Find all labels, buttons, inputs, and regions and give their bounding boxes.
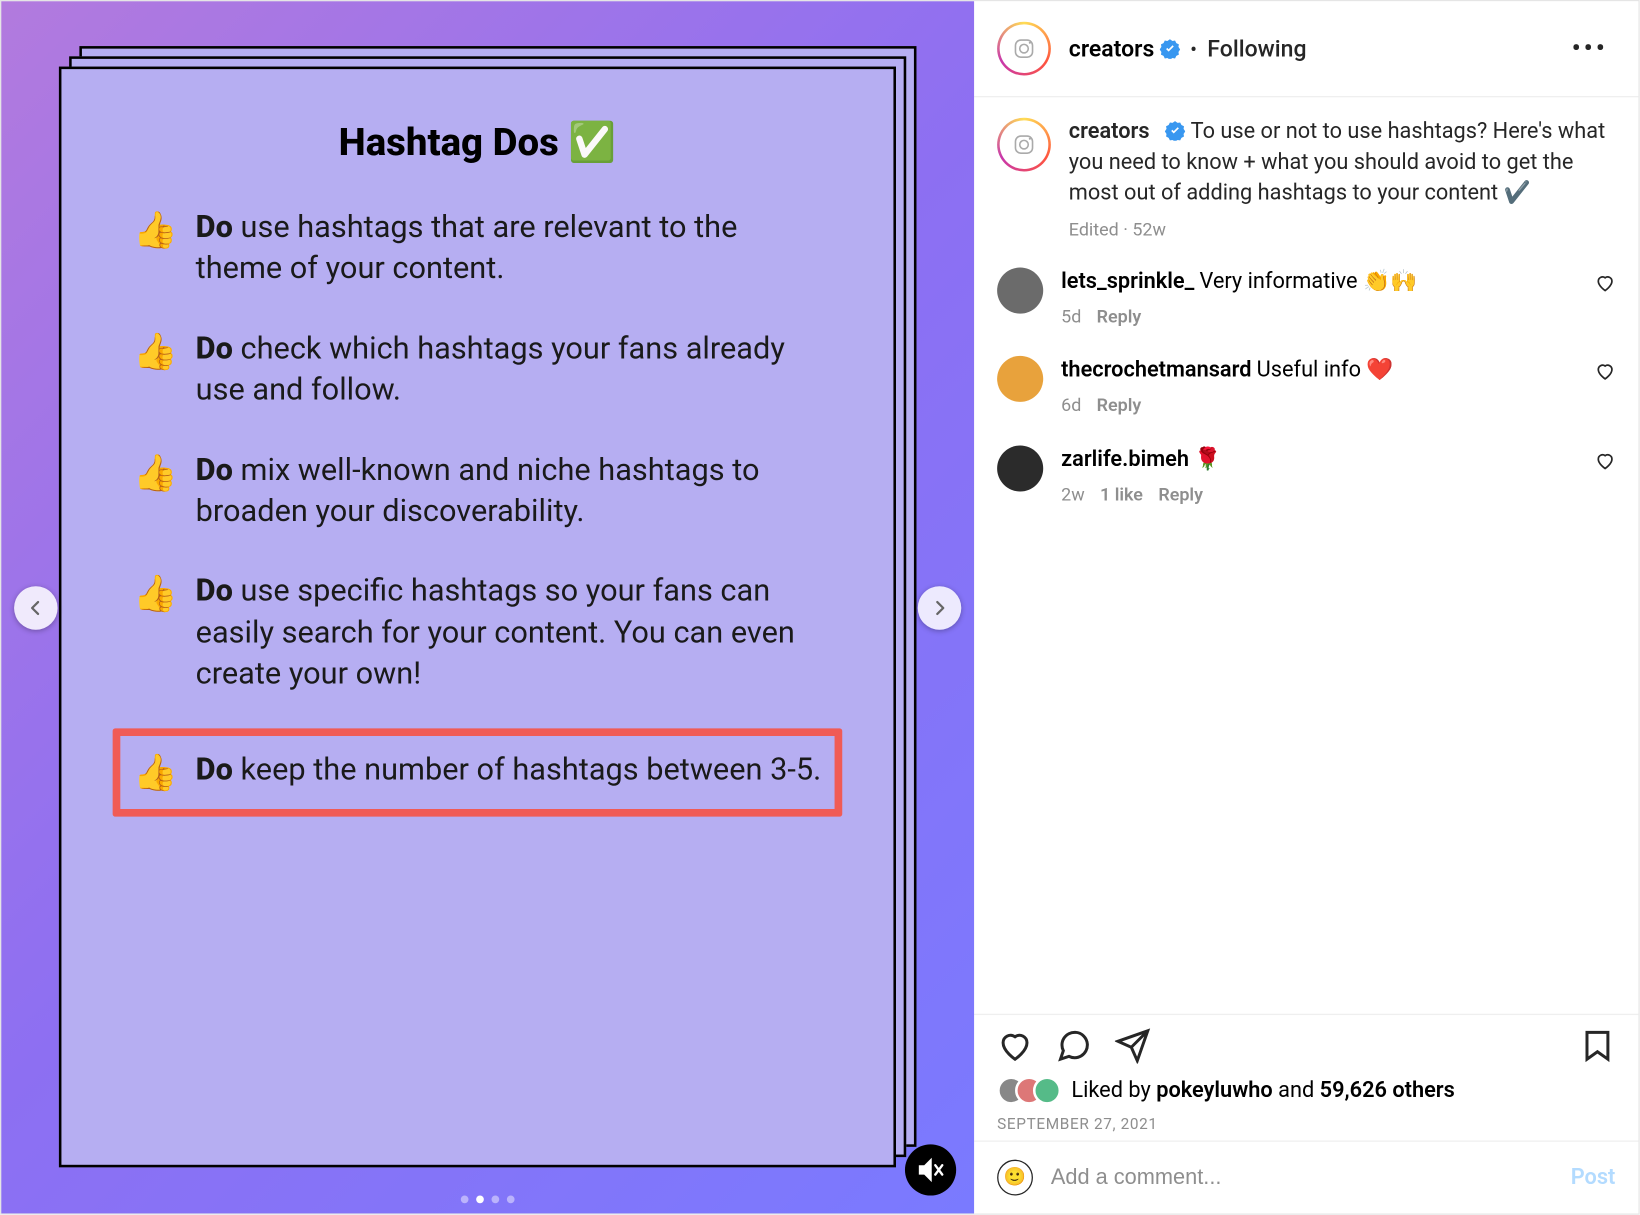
emoji-button[interactable]: 🙂 [997,1160,1033,1196]
reply-button[interactable]: Reply [1097,396,1142,416]
tip-item: 👍Do keep the number of hashtags between … [113,728,843,817]
verified-badge-icon [1165,120,1185,140]
comment-age: 2w [1061,485,1085,505]
share-icon[interactable] [1115,1028,1151,1064]
thumbs-up-icon: 👍 [133,570,178,694]
comment-age: 6d [1061,396,1081,416]
tip-item: 👍Do check which hashtags your fans alrea… [125,322,829,415]
commenter-avatar[interactable] [997,445,1043,491]
caption: creators To use or not to use hashtags? … [974,97,1638,254]
edited-label: Edited [1069,221,1119,241]
comment-icon[interactable] [1056,1028,1092,1064]
caption-age: 52w [1132,221,1166,241]
thumbs-up-icon: 👍 [133,327,178,410]
carousel-next-button[interactable] [918,586,962,630]
tip-item: 👍Do use specific hashtags so your fans c… [125,565,829,700]
comment-input[interactable] [1051,1165,1553,1191]
thumbs-up-icon: 👍 [133,206,178,289]
comment-age: 5d [1061,307,1081,327]
like-comment-button[interactable] [1595,361,1615,387]
card-title: Hashtag Dos ✅ [125,120,829,165]
separator: • [1190,36,1197,60]
comment-text: Very informative 👏🙌 [1199,269,1417,295]
more-options-button[interactable]: ••• [1564,28,1616,70]
commenter-username[interactable]: lets_sprinkle_ [1061,269,1194,295]
follow-state[interactable]: Following [1207,35,1306,62]
carousel-dots [461,1196,515,1204]
reply-button[interactable]: Reply [1097,307,1142,327]
tips-list: 👍Do use hashtags that are relevant to th… [125,201,829,817]
post-header: creators • Following ••• [974,1,1638,97]
post-media: Hashtag Dos ✅ 👍Do use hashtags that are … [1,1,974,1213]
comment-text: 🌹 [1194,446,1221,472]
verified-badge-icon [1159,38,1179,58]
author-avatar[interactable] [997,118,1051,172]
commenter-username[interactable]: thecrochetmansard [1061,358,1251,384]
carousel-prev-button[interactable] [14,586,58,630]
commenter-avatar[interactable] [997,268,1043,314]
tip-item: 👍Do use hashtags that are relevant to th… [125,201,829,294]
comment: zarlife.bimeh🌹 2w 1 like Reply [974,432,1638,521]
mute-button[interactable] [905,1144,956,1195]
author-username[interactable]: creators [1069,35,1155,62]
comment-text: Useful info ❤️ [1257,358,1394,384]
post-comment-button[interactable]: Post [1571,1165,1616,1191]
thumbs-up-icon: 👍 [133,449,178,532]
post-date: September 27, 2021 [997,1115,1615,1133]
thumbs-up-icon: 👍 [133,748,178,796]
save-icon[interactable] [1580,1028,1616,1064]
likes-summary[interactable]: Liked by pokeyluwho and 59,626 others [997,1076,1615,1104]
commenter-username[interactable]: zarlife.bimeh [1061,446,1189,472]
card-stack: Hashtag Dos ✅ 👍Do use hashtags that are … [59,46,917,1169]
comment: lets_sprinkle_Very informative 👏🙌 5d Reply [974,255,1638,344]
like-comment-button[interactable] [1595,450,1615,476]
comment-likes[interactable]: 1 like [1100,485,1143,505]
others-count[interactable]: 59,626 others [1320,1078,1455,1104]
author-avatar[interactable] [997,22,1051,76]
caption-username[interactable]: creators [1069,119,1150,145]
like-icon[interactable] [997,1028,1033,1064]
like-comment-button[interactable] [1595,273,1615,299]
liker-avatars [997,1076,1061,1104]
commenter-avatar[interactable] [997,356,1043,402]
reply-button[interactable]: Reply [1158,485,1203,505]
comment: thecrochetmansardUseful info ❤️ 6d Reply [974,344,1638,433]
liker-name[interactable]: pokeyluwho [1156,1078,1273,1104]
tip-item: 👍Do mix well-known and niche hashtags to… [125,444,829,537]
